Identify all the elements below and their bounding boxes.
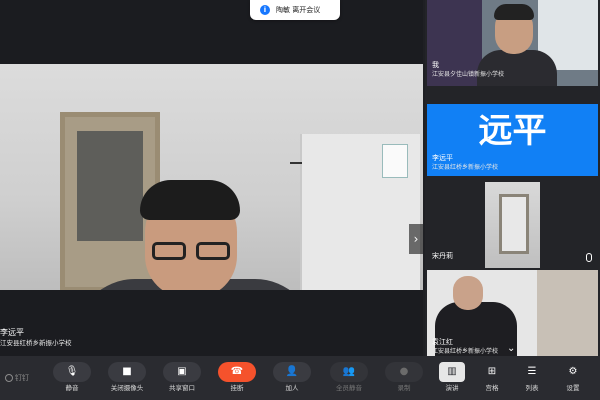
participant-tile-yuan-jianghong[interactable]: 袁江红 江安县红桥乡新振小学校 ⌄	[427, 270, 598, 356]
camera-off-button[interactable]: ■ 关闭摄像头	[105, 362, 149, 396]
participant-name: 李远平	[432, 154, 453, 162]
chevron-down-icon[interactable]: ⌄	[507, 343, 515, 354]
speaker-tag: 李远平 江安县红桥乡新振小学校	[0, 328, 72, 348]
participant-face	[453, 276, 483, 310]
participant-org: 江安县红桥乡新振小学校	[432, 164, 499, 171]
add-person-icon: 👤	[285, 366, 299, 377]
speaker-view-button[interactable]: ▥ 演讲	[432, 362, 472, 396]
hang-up-icon: ☎	[230, 366, 244, 377]
speaker-name: 李远平	[0, 328, 24, 337]
record-icon: ●	[399, 366, 409, 377]
chevron-right-icon[interactable]: ›	[409, 224, 423, 254]
settings-icon: ⚙	[568, 366, 578, 377]
speaker-view-icon: ▥	[447, 366, 457, 377]
notification-text: 陶敏 离开会议	[276, 6, 321, 14]
camera-icon: ■	[122, 366, 132, 377]
add-person-button[interactable]: 👤 加人	[270, 362, 314, 396]
participant-tile-self[interactable]: 我 江安县夕佳山镇新振小学校	[427, 0, 598, 86]
share-window-button[interactable]: ▣ 共享窗口	[160, 362, 204, 396]
mute-button[interactable]: 🎙 静音	[50, 362, 94, 396]
microphone-icon	[586, 253, 592, 262]
list-view-icon: ☰	[527, 366, 537, 377]
speaker-org: 江安县红桥乡新振小学校	[0, 339, 72, 347]
list-view-button[interactable]: ☰ 列表	[512, 362, 552, 396]
grid-view-icon: ⊞	[487, 366, 497, 377]
meeting-toolbar: 钉钉 🎙 静音 ■ 关闭摄像头 ▣ 共享窗口 ☎ 挂断 👤 加人 👥 全员静音 …	[0, 356, 600, 400]
participant-org: 江安县夕佳山镇新振小学校	[432, 71, 505, 78]
mute-all-button[interactable]: 👥 全员静音	[327, 362, 371, 396]
mute-all-icon: 👥	[342, 366, 356, 377]
speaker-glasses	[152, 242, 230, 262]
leave-notification: i 陶敏 离开会议	[250, 0, 340, 20]
participant-panel: 我 江安县夕佳山镇新振小学校 远平 李远平 江安县红桥乡新振小学校 宋丹莉 袁江…	[425, 0, 600, 356]
share-screen-icon: ▣	[177, 366, 187, 377]
grid-view-button[interactable]: ⊞ 宫格	[472, 362, 512, 396]
main-stage: › 李远平 江安县红桥乡新振小学校	[0, 0, 423, 356]
brand-text: 钉钉	[15, 374, 29, 382]
info-icon: i	[260, 5, 270, 15]
meeting-window: › 李远平 江安县红桥乡新振小学校 i 陶敏 离开会议 我 江安县夕佳山镇新振小…	[0, 0, 600, 400]
participant-name: 宋丹莉	[432, 252, 453, 260]
record-button[interactable]: ● 录制	[382, 362, 426, 396]
participant-org: 江安县红桥乡新振小学校	[432, 348, 499, 355]
brand-logo: 钉钉	[5, 373, 29, 383]
settings-button[interactable]: ⚙ 设置	[553, 362, 593, 396]
participant-tile-song-danli[interactable]: 宋丹莉	[427, 182, 598, 268]
background-fridge	[300, 134, 420, 290]
participant-tile-li-yuanping[interactable]: 远平 李远平 江安县红桥乡新振小学校	[427, 104, 598, 176]
microphone-icon: 🎙	[65, 366, 79, 377]
hang-up-button[interactable]: ☎ 挂断	[215, 362, 259, 396]
dingtalk-logo-icon	[5, 374, 13, 382]
participant-name: 我	[432, 61, 439, 69]
avatar: 远平	[478, 111, 547, 151]
participant-name: 袁江红	[432, 338, 453, 346]
main-video[interactable]: ›	[0, 64, 423, 290]
